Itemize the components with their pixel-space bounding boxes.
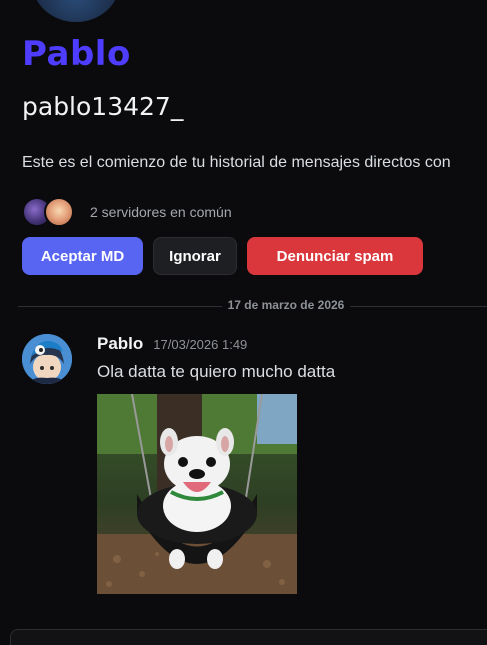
message-attachment-image[interactable]	[97, 394, 297, 594]
display-name: Pablo	[22, 34, 131, 74]
message-timestamp: 17/03/2026 1:49	[153, 337, 248, 352]
date-divider: 17 de marzo de 2026	[18, 298, 487, 312]
dm-channel-view: Pablo pablo13427_ Este es el comienzo de…	[0, 0, 487, 645]
dm-request-actions: Aceptar MD Ignorar Denunciar spam	[22, 237, 423, 275]
report-spam-button[interactable]: Denunciar spam	[247, 237, 423, 275]
username: pablo13427_	[22, 92, 184, 121]
avatar[interactable]	[22, 334, 72, 384]
server-icon[interactable]	[44, 197, 74, 227]
message-content: Ola datta te quiero mucho datta	[97, 362, 336, 381]
message-header: Pablo 17/03/2026 1:49	[97, 334, 247, 354]
bulldog-swing-image	[97, 394, 297, 594]
avatar-illustration	[22, 334, 72, 384]
date-divider-label: 17 de marzo de 2026	[221, 298, 351, 312]
mutual-servers-label[interactable]: 2 servidores en común	[90, 204, 232, 220]
message-author[interactable]: Pablo	[97, 334, 143, 354]
accept-dm-button[interactable]: Aceptar MD	[22, 237, 143, 275]
profile-avatar[interactable]	[28, 0, 124, 26]
mutual-servers[interactable]: 2 servidores en común	[22, 197, 232, 227]
message-composer[interactable]	[10, 629, 487, 645]
ignore-button[interactable]: Ignorar	[153, 237, 237, 275]
dm-intro-text: Este es el comienzo de tu historial de m…	[22, 154, 451, 171]
